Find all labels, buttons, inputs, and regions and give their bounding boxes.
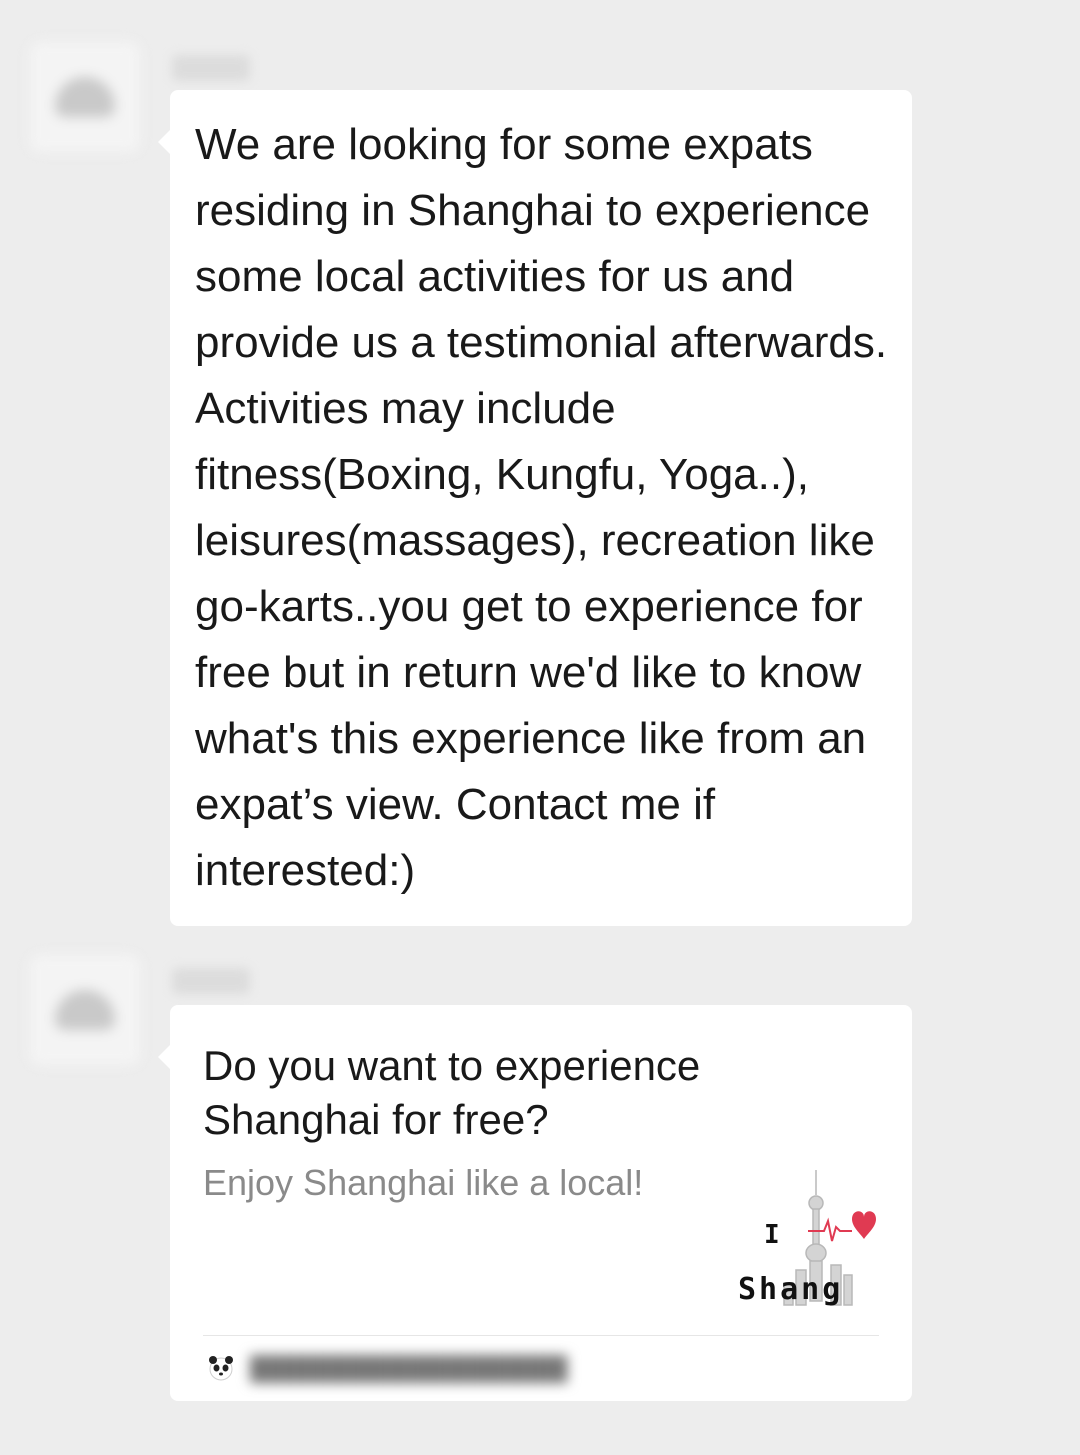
logo-letter-i: I: [764, 1220, 780, 1250]
heart-icon: [852, 1211, 876, 1239]
avatar[interactable]: [30, 955, 140, 1065]
link-card-thumbnail: I Shang: [738, 1170, 876, 1307]
link-card-source-blurred: ████████████████: [250, 1355, 568, 1383]
link-card-description: Enjoy Shanghai like a local!: [203, 1162, 644, 1203]
link-card-bubble[interactable]: Do you want to experience Shanghai for f…: [158, 1005, 912, 1401]
avatar-image: [55, 990, 115, 1030]
panda-icon: [209, 1356, 233, 1381]
message-row: Do you want to experience Shanghai for f…: [0, 0, 1080, 1455]
card-divider: [203, 1335, 879, 1336]
sender-name-blurred: [172, 968, 250, 994]
logo-text-shang: Shang: [738, 1272, 843, 1307]
chat-conversation: We are looking for some expats residing …: [0, 0, 1080, 1455]
link-card-title: Do you want to experience Shanghai for f…: [203, 1042, 701, 1143]
